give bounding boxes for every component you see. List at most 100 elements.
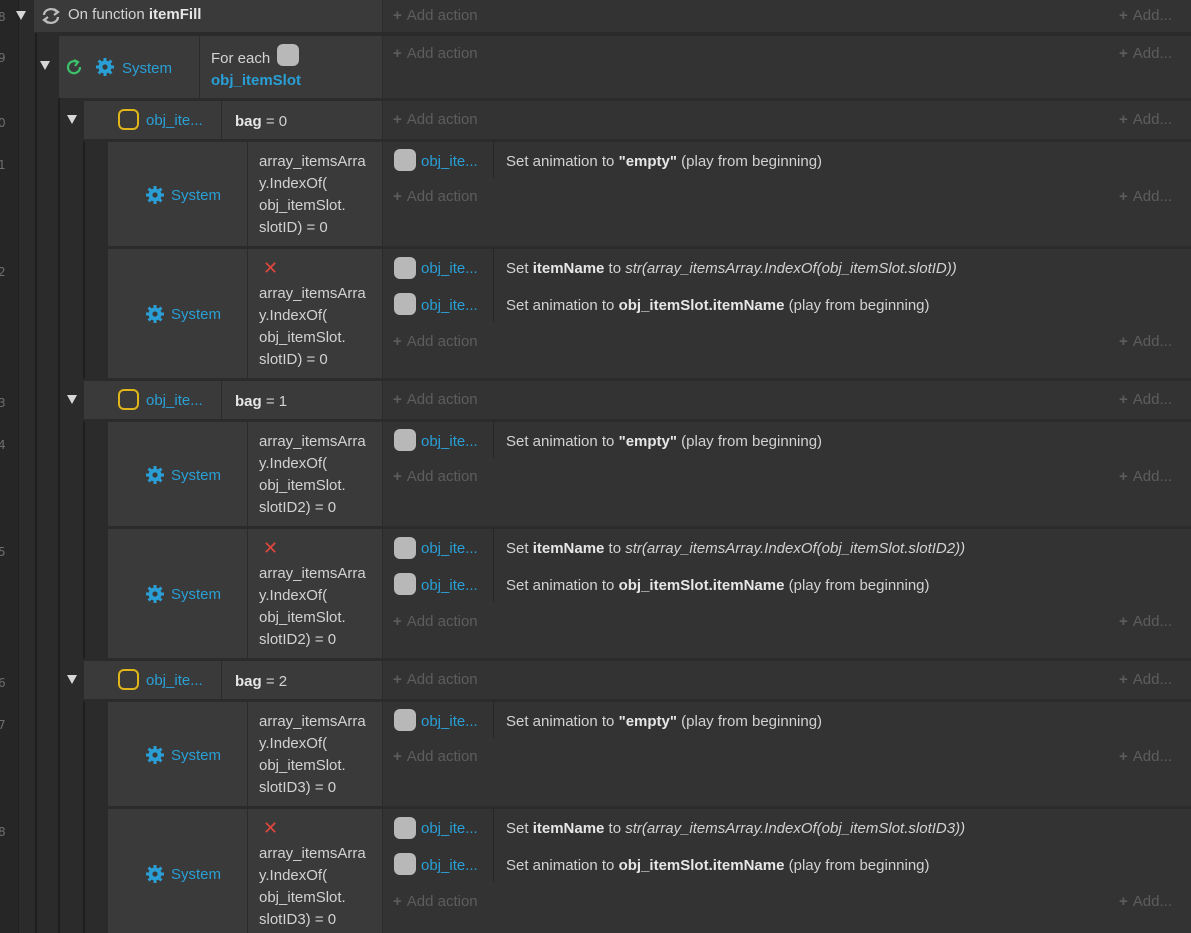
action-area: obj_ite... Set itemName to str(array_ite… bbox=[383, 249, 1191, 378]
action-object[interactable]: obj_ite... bbox=[421, 857, 478, 874]
action-object[interactable]: obj_ite... bbox=[421, 577, 478, 594]
bag-condition[interactable]: bag = 1 bbox=[222, 381, 382, 419]
add-more-button[interactable]: + Add... bbox=[1119, 748, 1172, 765]
divider bbox=[493, 249, 494, 322]
add-action-button[interactable]: + Add action bbox=[393, 7, 478, 24]
add-more-button[interactable]: + Add... bbox=[1119, 188, 1172, 205]
system-label: System bbox=[171, 586, 222, 603]
bag-condition[interactable]: bag = 2 bbox=[222, 661, 382, 699]
gear-icon bbox=[146, 746, 164, 764]
add-more-button[interactable]: + Add... bbox=[1119, 111, 1172, 128]
array-condition-inverted[interactable]: ✕ array_itemsArra y.IndexOf( obj_itemSlo… bbox=[248, 529, 382, 658]
add-action-button[interactable]: + Add action bbox=[393, 671, 478, 688]
expand-triangle-icon[interactable] bbox=[16, 11, 26, 20]
invert-x-icon: ✕ bbox=[263, 818, 279, 838]
line-number-gutter: 8 9 0 1 2 3 4 5 6 7 8 bbox=[0, 0, 19, 933]
action-object[interactable]: obj_ite... bbox=[421, 433, 478, 450]
add-action-button[interactable]: + Add action bbox=[393, 468, 478, 485]
action-object[interactable]: obj_ite... bbox=[421, 713, 478, 730]
array-condition[interactable]: array_itemsArra y.IndexOf( obj_itemSlot.… bbox=[248, 422, 382, 526]
line-number: 0 bbox=[0, 116, 6, 130]
add-action-button[interactable]: + Add action bbox=[393, 893, 478, 910]
line-number: 7 bbox=[0, 718, 6, 732]
loop-icon bbox=[42, 8, 60, 24]
object-name: obj_ite... bbox=[146, 392, 203, 409]
system-label: System bbox=[171, 306, 222, 323]
array-condition-text: array_itemsArra y.IndexOf( obj_itemSlot.… bbox=[259, 565, 366, 648]
bag-condition-object[interactable]: obj_ite... bbox=[84, 101, 221, 139]
action-text[interactable]: Set animation to "empty" (play from begi… bbox=[506, 153, 822, 170]
action-area: obj_ite... Set itemName to str(array_ite… bbox=[383, 529, 1191, 658]
system-condition-block[interactable]: System bbox=[108, 142, 247, 246]
expand-triangle-icon[interactable] bbox=[67, 675, 77, 684]
system-label: System bbox=[171, 467, 222, 484]
bag-condition-object[interactable]: obj_ite... bbox=[84, 381, 221, 419]
action-text[interactable]: Set itemName to str(array_itemsArray.Ind… bbox=[506, 260, 957, 277]
tree-line bbox=[83, 701, 85, 933]
object-icon bbox=[394, 817, 416, 839]
add-action-button[interactable]: + Add action bbox=[393, 391, 478, 408]
system-label: System bbox=[122, 60, 173, 77]
add-action-button[interactable]: + Add action bbox=[393, 613, 478, 630]
array-condition-text: array_itemsArra y.IndexOf( obj_itemSlot.… bbox=[259, 845, 366, 928]
action-text[interactable]: Set animation to obj_itemSlot.itemName (… bbox=[506, 857, 930, 874]
action-text[interactable]: Set itemName to str(array_itemsArray.Ind… bbox=[506, 540, 965, 557]
array-condition-text: array_itemsArra y.IndexOf( obj_itemSlot.… bbox=[259, 285, 366, 368]
action-area: obj_ite... Set animation to "empty" (pla… bbox=[383, 142, 1191, 246]
add-more-button[interactable]: + Add... bbox=[1119, 391, 1172, 408]
array-condition-inverted[interactable]: ✕ array_itemsArra y.IndexOf( obj_itemSlo… bbox=[248, 249, 382, 378]
add-more-button[interactable]: + Add... bbox=[1119, 671, 1172, 688]
action-text[interactable]: Set itemName to str(array_itemsArray.Ind… bbox=[506, 820, 965, 837]
for-each-condition[interactable]: For each obj_itemSlot bbox=[200, 36, 382, 98]
add-action-button[interactable]: + Add action bbox=[393, 111, 478, 128]
system-condition-block[interactable]: System bbox=[108, 809, 247, 933]
add-more-button[interactable]: + Add... bbox=[1119, 468, 1172, 485]
array-condition[interactable]: array_itemsArra y.IndexOf( obj_itemSlot.… bbox=[248, 142, 382, 246]
add-more-button[interactable]: + Add... bbox=[1119, 333, 1172, 350]
add-more-button[interactable]: + Add... bbox=[1119, 45, 1172, 62]
system-condition-block[interactable]: System bbox=[108, 422, 247, 526]
add-more-button[interactable]: + Add... bbox=[1119, 7, 1172, 24]
gear-icon bbox=[146, 585, 164, 603]
gear-icon bbox=[146, 305, 164, 323]
object-icon bbox=[394, 573, 416, 595]
line-number: 4 bbox=[0, 438, 6, 452]
add-more-button[interactable]: + Add... bbox=[1119, 893, 1172, 910]
add-more-button[interactable]: + Add... bbox=[1119, 613, 1172, 630]
action-object[interactable]: obj_ite... bbox=[421, 820, 478, 837]
function-title: On function itemFill bbox=[68, 6, 201, 23]
for-each-text: For each bbox=[211, 50, 271, 67]
for-each-system-block[interactable]: System bbox=[59, 36, 199, 98]
expand-triangle-icon[interactable] bbox=[40, 61, 50, 70]
array-condition[interactable]: array_itemsArra y.IndexOf( obj_itemSlot.… bbox=[248, 702, 382, 806]
action-object[interactable]: obj_ite... bbox=[421, 260, 478, 277]
action-text[interactable]: Set animation to "empty" (play from begi… bbox=[506, 433, 822, 450]
bag-condition-text: bag = 2 bbox=[235, 673, 288, 690]
system-condition-block[interactable]: System bbox=[108, 249, 247, 378]
bag-condition-object[interactable]: obj_ite... bbox=[84, 661, 221, 699]
action-area: obj_ite... Set animation to "empty" (pla… bbox=[383, 422, 1191, 526]
function-event-block[interactable]: On function itemFill bbox=[34, 0, 382, 32]
add-action-button[interactable]: + Add action bbox=[393, 188, 478, 205]
action-object[interactable]: obj_ite... bbox=[421, 540, 478, 557]
function-name: itemFill bbox=[148, 6, 202, 23]
action-text[interactable]: Set animation to obj_itemSlot.itemName (… bbox=[506, 577, 930, 594]
expand-triangle-icon[interactable] bbox=[67, 395, 77, 404]
action-object[interactable]: obj_ite... bbox=[421, 153, 478, 170]
action-object[interactable]: obj_ite... bbox=[421, 297, 478, 314]
array-condition-inverted[interactable]: ✕ array_itemsArra y.IndexOf( obj_itemSlo… bbox=[248, 809, 382, 933]
expand-triangle-icon[interactable] bbox=[67, 115, 77, 124]
bag-condition[interactable]: bag = 0 bbox=[222, 101, 382, 139]
object-icon bbox=[394, 149, 416, 171]
system-condition-block[interactable]: System bbox=[108, 529, 247, 658]
action-text[interactable]: Set animation to "empty" (play from begi… bbox=[506, 713, 822, 730]
invert-x-icon: ✕ bbox=[263, 258, 279, 278]
system-condition-block[interactable]: System bbox=[108, 702, 247, 806]
add-action-button[interactable]: + Add action bbox=[393, 45, 478, 62]
object-icon bbox=[277, 44, 299, 66]
add-action-button[interactable]: + Add action bbox=[393, 333, 478, 350]
object-icon bbox=[118, 669, 139, 690]
action-text[interactable]: Set animation to obj_itemSlot.itemName (… bbox=[506, 297, 930, 314]
line-number: 3 bbox=[0, 396, 6, 410]
add-action-button[interactable]: + Add action bbox=[393, 748, 478, 765]
